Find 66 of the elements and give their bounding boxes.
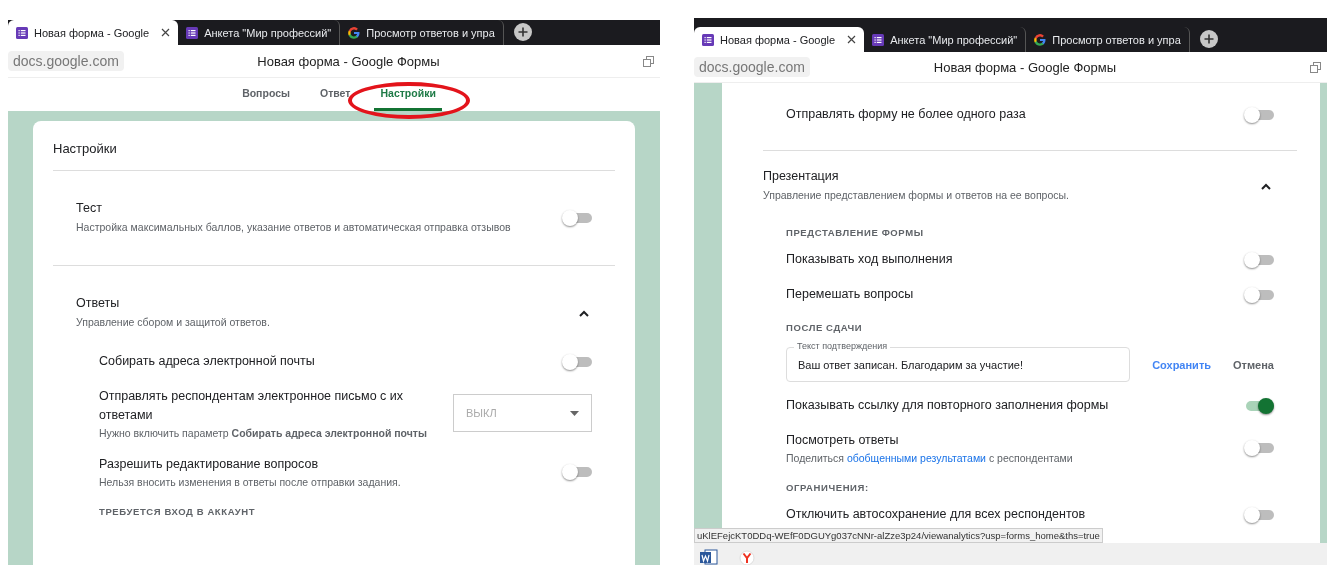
- new-tab-icon[interactable]: [513, 23, 532, 41]
- g-logo-icon: [348, 26, 361, 39]
- form-tab[interactable]: Ответ: [313, 78, 357, 111]
- restore-window-icon[interactable]: [1310, 61, 1321, 73]
- setting-description: Нельзя вносить изменения в ответы после отправки задания.: [99, 476, 402, 488]
- setting-label: Отключить автосохранение для всех респондентов: [786, 506, 1087, 523]
- chevron-up-icon[interactable]: [579, 309, 589, 317]
- section-title: Тест: [76, 201, 103, 215]
- browser-tab[interactable]: Анкета "Мир профессий": [178, 20, 341, 45]
- toggle-switch[interactable]: [1244, 397, 1274, 414]
- form-list-icon: [16, 26, 28, 39]
- toggle-switch[interactable]: [1244, 286, 1274, 303]
- browser-tab[interactable]: Новая форма - Google: [8, 20, 179, 45]
- browser-tab[interactable]: Просмотр ответов и упра: [340, 20, 504, 45]
- address-field[interactable]: docs.google.com: [694, 57, 810, 77]
- setting-label: Отправлять респондентам электронное письмо с их ответами: [99, 388, 405, 424]
- setting-label: Собирать адреса электронной почты: [99, 353, 316, 370]
- section-description: Управление представлением формы и ответов на ее вопросы.: [763, 188, 1070, 203]
- toggle-switch[interactable]: [1244, 506, 1274, 523]
- browser-app-icon[interactable]: [738, 549, 756, 565]
- status-url: uKlEFejcKT0DDq-WEfF0DGUYg037cNNr-alZze3p24/viewanalytics?usp=forms_home&ths=true: [694, 528, 1103, 543]
- action-button[interactable]: Отмена: [1233, 354, 1274, 375]
- setting-label: Разрешить редактирование вопросов: [99, 456, 320, 473]
- setting-label: Перемешать вопросы: [786, 286, 915, 303]
- page-title: Новая форма - Google Формы: [932, 59, 1118, 75]
- subheading: ТРЕБУЕТСЯ ВХОД В АККАУНТ: [99, 505, 257, 519]
- document-app-icon[interactable]: [700, 549, 718, 565]
- toggle-switch[interactable]: [1244, 439, 1274, 456]
- subheading: ПОСЛЕ СДАЧИ: [786, 321, 864, 335]
- section-description: Настройка максимальных баллов, указание ответов и автоматическая отправка отзывов: [76, 220, 512, 235]
- form-tab[interactable]: Вопросы: [236, 78, 296, 111]
- action-button[interactable]: Сохранить: [1152, 354, 1212, 375]
- toggle-switch[interactable]: [562, 463, 592, 480]
- setting-description: Поделиться обобщенными результатами с респондентами: [786, 452, 1074, 464]
- caret-icon: [570, 410, 579, 416]
- section-title: Ответы: [76, 296, 121, 310]
- setting-label: Посмотреть ответы: [786, 432, 900, 449]
- section-title: Презентация: [763, 169, 840, 183]
- section-description: Управление сбором и защитой ответов.: [76, 315, 271, 330]
- setting-label: Показывать ссылку для повторного заполнения формы: [786, 397, 1110, 414]
- setting-label: Показывать ход выполнения: [786, 251, 954, 268]
- close-icon[interactable]: [161, 28, 171, 37]
- browser-tab[interactable]: Новая форма - Google: [694, 27, 865, 52]
- toggle-switch[interactable]: [1244, 106, 1274, 123]
- setting-label: Отправлять форму не более одного раза: [786, 106, 1027, 123]
- browser-tab[interactable]: Просмотр ответов и упра: [1026, 27, 1190, 52]
- subheading: ПРЕДСТАВЛЕНИЕ ФОРМЫ: [786, 226, 925, 240]
- subheading: ОГРАНИЧЕНИЯ:: [786, 481, 870, 495]
- setting-description: Нужно включить параметр Собирать адреса электронной почты: [99, 427, 428, 439]
- browser-tab[interactable]: Анкета "Мир профессий": [864, 27, 1027, 52]
- restore-window-icon[interactable]: [643, 55, 654, 67]
- form-list-icon: [702, 33, 714, 46]
- field-label: Текст подтверждения: [794, 341, 891, 352]
- address-field[interactable]: docs.google.com: [8, 51, 124, 71]
- chevron-up-icon[interactable]: [1261, 182, 1271, 190]
- toggle-switch[interactable]: [1244, 251, 1274, 268]
- card-title: Настройки: [53, 121, 615, 171]
- form-list-icon: [872, 33, 885, 46]
- page-title: Новая форма - Google Формы: [256, 53, 441, 69]
- toggle-switch[interactable]: [562, 210, 592, 226]
- new-tab-icon[interactable]: [1199, 30, 1218, 48]
- toggle-switch[interactable]: [562, 353, 592, 370]
- g-logo-icon: [1034, 33, 1047, 46]
- close-icon[interactable]: [847, 35, 857, 44]
- form-list-icon: [186, 26, 199, 39]
- results-link[interactable]: обобщенными результатами: [846, 452, 986, 464]
